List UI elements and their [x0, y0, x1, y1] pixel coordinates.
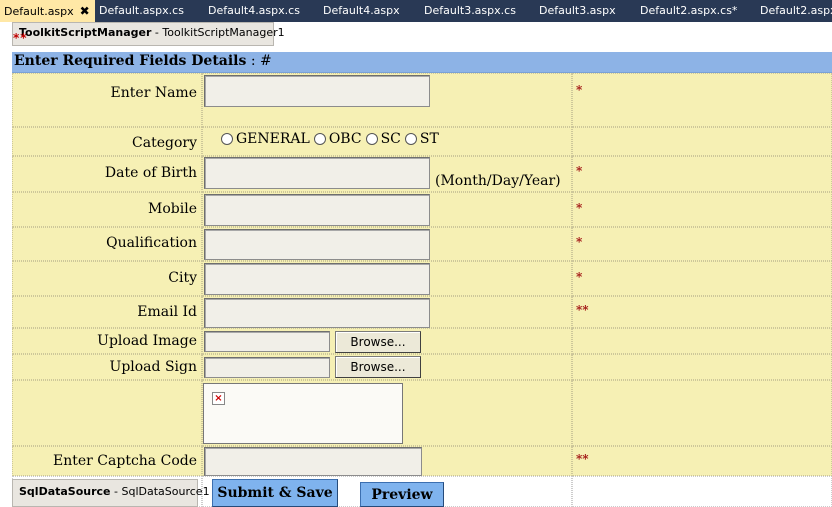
- broken-image-icon: ×: [212, 392, 225, 405]
- name-input[interactable]: [204, 75, 430, 107]
- radio-label-sc: SC: [380, 131, 401, 147]
- email-required-star: **: [576, 303, 589, 317]
- document-tab-bar: Default.aspx ✖ Default.aspx.cs Default4.a…: [0, 0, 832, 23]
- tab-default4-aspx-cs[interactable]: Default4.aspx.cs: [208, 0, 300, 22]
- toolkit-script-manager-control[interactable]: ToolkitScriptManager - ToolkitScriptMana…: [12, 22, 285, 46]
- sql-datasource-control[interactable]: SqlDataSource - SqlDataSource1: [12, 479, 210, 507]
- mobile-required-star: *: [576, 201, 583, 215]
- city-input[interactable]: [204, 263, 430, 295]
- control-id: SqlDataSource1: [121, 485, 210, 498]
- upload-image-label: Upload Image: [97, 333, 197, 349]
- control-id: ToolkitScriptManager1: [162, 26, 285, 39]
- tab-label: Default2.aspx: [760, 4, 832, 17]
- tab-default4-aspx[interactable]: Default4.aspx: [323, 0, 400, 22]
- row-captcha-image: ×: [12, 380, 832, 446]
- category-label: Category: [132, 135, 197, 151]
- mobile-input[interactable]: [204, 194, 430, 226]
- dob-format-note: (Month/Day/Year): [435, 173, 561, 189]
- radio-sc[interactable]: [365, 133, 378, 145]
- captcha-image: ×: [203, 383, 403, 444]
- upload-sign-label: Upload Sign: [109, 359, 197, 375]
- radio-obc[interactable]: [313, 133, 326, 145]
- form-heading-suffix: : #: [246, 53, 272, 69]
- required-marker: **: [13, 31, 28, 45]
- row-email: Email Id **: [12, 296, 832, 328]
- radio-general[interactable]: [221, 133, 233, 145]
- form-heading: Enter Required Fields Details: [14, 53, 247, 69]
- tab-default2-aspx[interactable]: Default2.aspx: [760, 0, 832, 22]
- tab-label: Default4.aspx.cs: [208, 4, 300, 17]
- city-required-star: *: [576, 270, 583, 284]
- upload-sign-browse-button[interactable]: Browse...: [335, 356, 421, 378]
- control-separator: -: [110, 485, 122, 498]
- tab-label: Default2.aspx.cs*: [640, 4, 738, 17]
- tab-label: Default3.aspx.cs: [424, 4, 516, 17]
- category-radio-group: GENERAL OBC SC ST: [221, 131, 443, 147]
- radio-label-st: ST: [419, 131, 439, 147]
- dob-required-star: *: [576, 164, 583, 178]
- row-captcha-code: Enter Captcha Code **: [12, 446, 832, 476]
- row-upload-image: Upload Image Browse...: [12, 328, 832, 354]
- tab-default3-aspx[interactable]: Default3.aspx: [539, 0, 616, 22]
- tab-default3-aspx-cs[interactable]: Default3.aspx.cs: [424, 0, 516, 22]
- control-separator: -: [151, 26, 163, 39]
- captcha-required-star: **: [576, 452, 589, 466]
- name-required-star: *: [576, 83, 583, 97]
- email-input[interactable]: [204, 298, 430, 328]
- tab-label: Default.aspx: [4, 5, 74, 18]
- close-icon[interactable]: ✖: [80, 0, 90, 22]
- captcha-input[interactable]: [204, 447, 422, 476]
- upload-image-browse-button[interactable]: Browse...: [335, 331, 421, 353]
- radio-label-general: GENERAL: [236, 131, 310, 147]
- submit-save-button[interactable]: Submit & Save: [212, 479, 338, 507]
- tab-default-aspx-cs[interactable]: Default.aspx.cs: [99, 0, 184, 22]
- row-category: Category GENERAL OBC SC ST: [12, 127, 832, 156]
- dob-input[interactable]: [204, 157, 430, 189]
- tab-default-aspx[interactable]: Default.aspx ✖: [0, 0, 95, 22]
- mobile-label: Mobile: [148, 201, 197, 217]
- email-label: Email Id: [137, 304, 197, 320]
- name-label: Enter Name: [110, 85, 197, 101]
- dob-label: Date of Birth: [104, 165, 197, 181]
- row-dob: Date of Birth (Month/Day/Year) *: [12, 156, 832, 192]
- row-name: Enter Name *: [12, 73, 832, 127]
- preview-button[interactable]: Preview: [360, 482, 444, 507]
- upload-image-path[interactable]: [204, 331, 330, 352]
- tab-default2-aspx-cs[interactable]: Default2.aspx.cs*: [640, 0, 737, 22]
- tab-label: Default3.aspx: [539, 4, 616, 17]
- captcha-label: Enter Captcha Code: [53, 453, 197, 469]
- radio-st[interactable]: [404, 133, 417, 145]
- tab-label: Default4.aspx: [323, 4, 400, 17]
- row-mobile: Mobile *: [12, 192, 832, 227]
- row-qualification: Qualification *: [12, 227, 832, 261]
- tab-label: Default.aspx.cs: [99, 4, 184, 17]
- control-type: SqlDataSource: [19, 485, 111, 498]
- row-city: City *: [12, 261, 832, 296]
- form-header: Enter Required Fields Details : #: [12, 52, 832, 73]
- qualification-input[interactable]: [204, 229, 430, 260]
- qualification-label: Qualification: [106, 235, 197, 251]
- row-upload-sign: Upload Sign Browse...: [12, 354, 832, 380]
- qualification-required-star: *: [576, 235, 583, 249]
- city-label: City: [168, 270, 197, 286]
- radio-label-obc: OBC: [328, 131, 362, 147]
- upload-sign-path[interactable]: [204, 357, 330, 378]
- control-type: ToolkitScriptManager: [19, 26, 152, 39]
